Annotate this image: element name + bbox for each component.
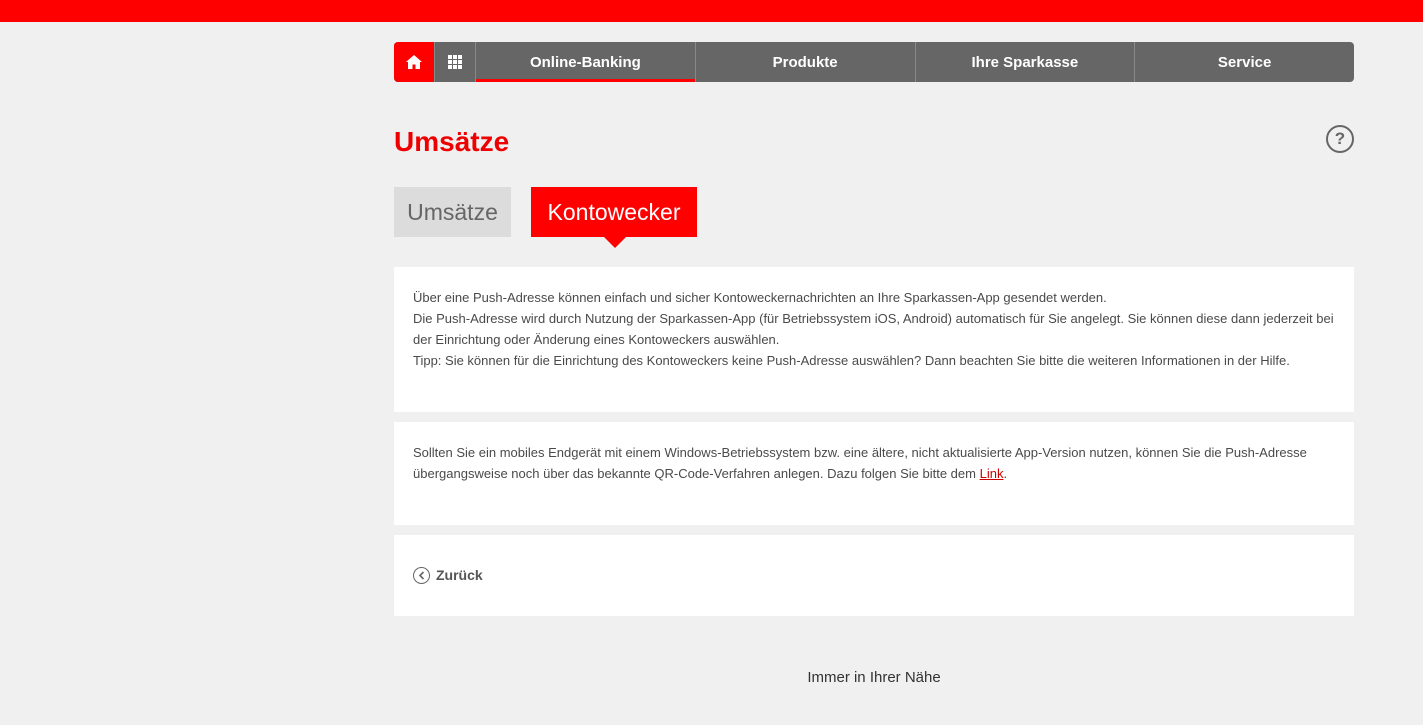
top-brand-bar: [0, 0, 1423, 22]
qr-code-info-suffix: .: [1003, 466, 1008, 481]
tab-umsaetze[interactable]: Umsätze: [394, 187, 511, 237]
back-button[interactable]: Zurück: [413, 565, 483, 586]
qr-code-info-body: Sollten Sie ein mobiles Endgerät mit ein…: [413, 445, 1307, 481]
chevron-left-circle-icon: [413, 567, 430, 584]
footer-tagline: Immer in Ihrer Nähe: [807, 669, 941, 686]
nav-home-button[interactable]: [394, 42, 434, 82]
info-tip-text: Tipp: Sie können für die Einrichtung des…: [413, 353, 1290, 368]
page-title: Umsätze: [394, 126, 510, 157]
qr-code-link[interactable]: Link: [980, 466, 1004, 481]
qr-code-info-text: Sollten Sie ein mobiles Endgerät mit ein…: [413, 442, 1335, 484]
nav-item-produkte[interactable]: Produkte: [696, 42, 916, 82]
help-icon[interactable]: ?: [1326, 125, 1354, 153]
home-icon: [406, 55, 422, 69]
back-card: Zurück: [394, 535, 1354, 616]
nav-apps-button[interactable]: [434, 42, 476, 82]
back-label: Zurück: [436, 567, 483, 583]
tab-kontowecker[interactable]: Kontowecker: [531, 187, 697, 248]
nav-item-ihre-sparkasse[interactable]: Ihre Sparkasse: [916, 42, 1136, 82]
push-address-info-card: Über eine Push-Adresse können einfach un…: [394, 267, 1354, 412]
qr-code-info-card: Sollten Sie ein mobiles Endgerät mit ein…: [394, 422, 1354, 525]
main-navigation: Online-Banking Produkte Ihre Sparkasse S…: [394, 42, 1354, 82]
grid-icon: [448, 55, 462, 69]
nav-item-service[interactable]: Service: [1135, 42, 1354, 82]
info-text-line: Über eine Push-Adresse können einfach un…: [413, 290, 1107, 305]
nav-item-online-banking[interactable]: Online-Banking: [476, 42, 696, 82]
info-text-line: Die Push-Adresse wird durch Nutzung der …: [413, 311, 1334, 347]
